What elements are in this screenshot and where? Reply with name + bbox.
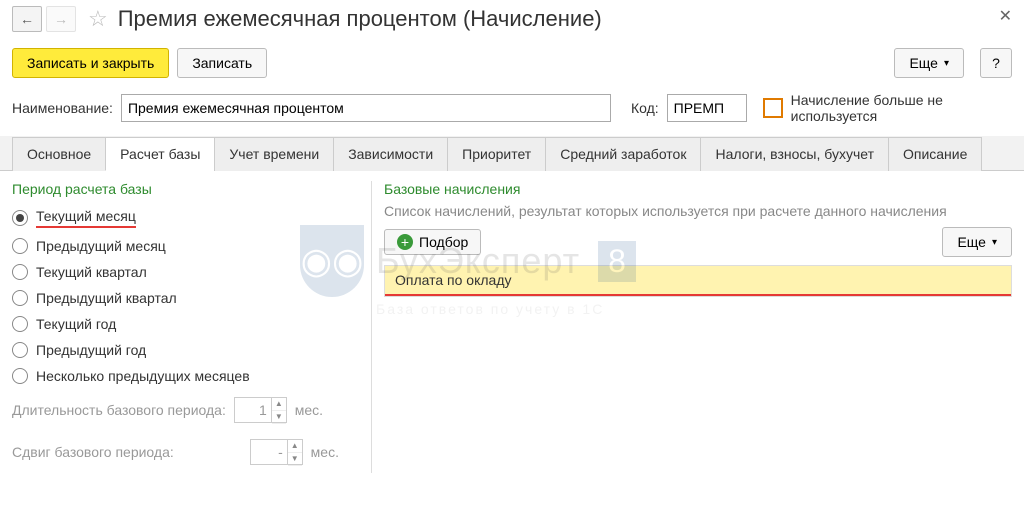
right-panel: Базовые начисления Список начислений, ре…: [380, 181, 1012, 473]
favorite-star-icon[interactable]: ☆: [88, 6, 108, 32]
tab-3[interactable]: Зависимости: [333, 137, 448, 171]
tab-1[interactable]: Расчет базы: [105, 137, 215, 171]
table-row[interactable]: Оплата по окладу: [385, 266, 1011, 296]
duration-input[interactable]: [235, 398, 271, 422]
tab-4[interactable]: Приоритет: [447, 137, 546, 171]
radio-label: Предыдущий месяц: [36, 238, 166, 254]
disabled-label: Начисление больше не используется: [791, 92, 971, 124]
radio-icon: [12, 316, 28, 332]
radio-label: Текущий год: [36, 316, 116, 332]
code-label: Код:: [631, 100, 659, 116]
radio-label: Предыдущий квартал: [36, 290, 177, 306]
radio-label: Несколько предыдущих месяцев: [36, 368, 250, 384]
radio-label: Предыдущий год: [36, 342, 146, 358]
duration-unit: мес.: [295, 402, 323, 418]
tab-5[interactable]: Средний заработок: [545, 137, 701, 171]
left-panel: Период расчета базы Текущий месяц Предыду…: [12, 181, 372, 473]
duration-stepper[interactable]: ▲▼: [234, 397, 287, 423]
tab-6[interactable]: Налоги, взносы, бухучет: [700, 137, 889, 171]
radio-period-3[interactable]: Предыдущий квартал: [12, 285, 359, 311]
plus-icon: +: [397, 234, 413, 250]
radio-label: Текущий месяц: [36, 208, 136, 228]
radio-icon: [12, 290, 28, 306]
help-button[interactable]: ?: [980, 48, 1012, 78]
nav-back-button[interactable]: ←: [12, 6, 42, 32]
name-label: Наименование:: [12, 100, 113, 116]
duration-spin-buttons[interactable]: ▲▼: [271, 398, 286, 422]
nav-forward-button[interactable]: →: [46, 6, 76, 32]
radio-period-4[interactable]: Текущий год: [12, 311, 359, 337]
duration-label: Длительность базового периода:: [12, 402, 226, 418]
left-section-title: Период расчета базы: [12, 181, 359, 197]
right-hint: Список начислений, результат которых исп…: [384, 203, 1012, 219]
shift-stepper[interactable]: ▲▼: [250, 439, 303, 465]
shift-input[interactable]: [251, 440, 287, 464]
shift-unit: мес.: [311, 444, 339, 460]
radio-period-2[interactable]: Текущий квартал: [12, 259, 359, 285]
duration-row: Длительность базового периода: ▲▼ мес.: [12, 389, 359, 431]
radio-period-0[interactable]: Текущий месяц: [12, 203, 359, 233]
shift-spin-buttons[interactable]: ▲▼: [287, 440, 302, 464]
radio-icon: [12, 368, 28, 384]
right-section-title: Базовые начисления: [384, 181, 1012, 197]
accruals-table[interactable]: Оплата по окладу: [384, 265, 1012, 297]
more-button[interactable]: Еще: [894, 48, 964, 78]
shift-label: Сдвиг базового периода:: [12, 444, 174, 460]
radio-period-5[interactable]: Предыдущий год: [12, 337, 359, 363]
tab-7[interactable]: Описание: [888, 137, 982, 171]
save-button[interactable]: Записать: [177, 48, 267, 78]
radio-icon: [12, 238, 28, 254]
radio-label: Текущий квартал: [36, 264, 147, 280]
podbor-button[interactable]: + Подбор: [384, 229, 481, 255]
tab-0[interactable]: Основное: [12, 137, 106, 171]
disabled-checkbox[interactable]: [763, 98, 783, 118]
save-close-button[interactable]: Записать и закрыть: [12, 48, 169, 78]
radio-period-1[interactable]: Предыдущий месяц: [12, 233, 359, 259]
right-more-button[interactable]: Еще: [942, 227, 1012, 257]
podbor-label: Подбор: [419, 234, 468, 250]
radio-icon: [12, 264, 28, 280]
code-field[interactable]: [667, 94, 747, 122]
radio-icon: [12, 210, 28, 226]
name-field[interactable]: [121, 94, 611, 122]
tab-2[interactable]: Учет времени: [214, 137, 334, 171]
close-icon[interactable]: ✕: [999, 6, 1012, 26]
shift-row: Сдвиг базового периода: ▲▼ мес.: [12, 431, 359, 473]
main-toolbar: Записать и закрыть Записать Еще ?: [0, 42, 1024, 88]
tabs: ОсновноеРасчет базыУчет времениЗависимос…: [0, 136, 1024, 171]
titlebar: ← → ☆ Премия ежемесячная процентом (Начи…: [0, 0, 1024, 42]
radio-period-6[interactable]: Несколько предыдущих месяцев: [12, 363, 359, 389]
radio-icon: [12, 342, 28, 358]
page-title: Премия ежемесячная процентом (Начисление…: [118, 6, 602, 32]
form-row-name: Наименование: Код: Начисление больше не …: [0, 88, 1024, 136]
